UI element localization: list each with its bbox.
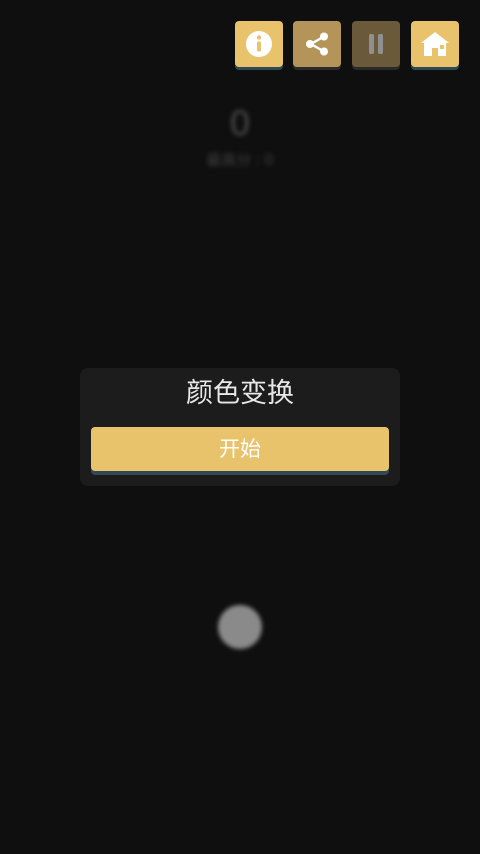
info-button[interactable] (235, 21, 283, 67)
start-dialog: 颜色变换 开始 (80, 368, 400, 486)
best-score-label: 最高分 (206, 151, 252, 169)
game-title: 颜色变换 (186, 378, 294, 409)
pause-button[interactable] (352, 21, 400, 67)
best-score-separator: : (255, 151, 261, 169)
current-score: 0 (229, 104, 251, 144)
player-ball (218, 605, 262, 649)
home-icon (419, 29, 451, 59)
game-screen: 0 最高分:0 颜色变换 开始 (0, 0, 480, 854)
start-button[interactable]: 开始 (91, 427, 389, 471)
score-area: 0 最高分:0 (0, 102, 480, 170)
share-icon (302, 29, 332, 59)
share-button[interactable] (293, 21, 341, 67)
best-score-value: 0 (264, 151, 274, 169)
pause-icon (361, 29, 391, 59)
home-button[interactable] (411, 21, 459, 67)
info-icon (244, 29, 274, 59)
best-score: 最高分:0 (0, 150, 480, 170)
